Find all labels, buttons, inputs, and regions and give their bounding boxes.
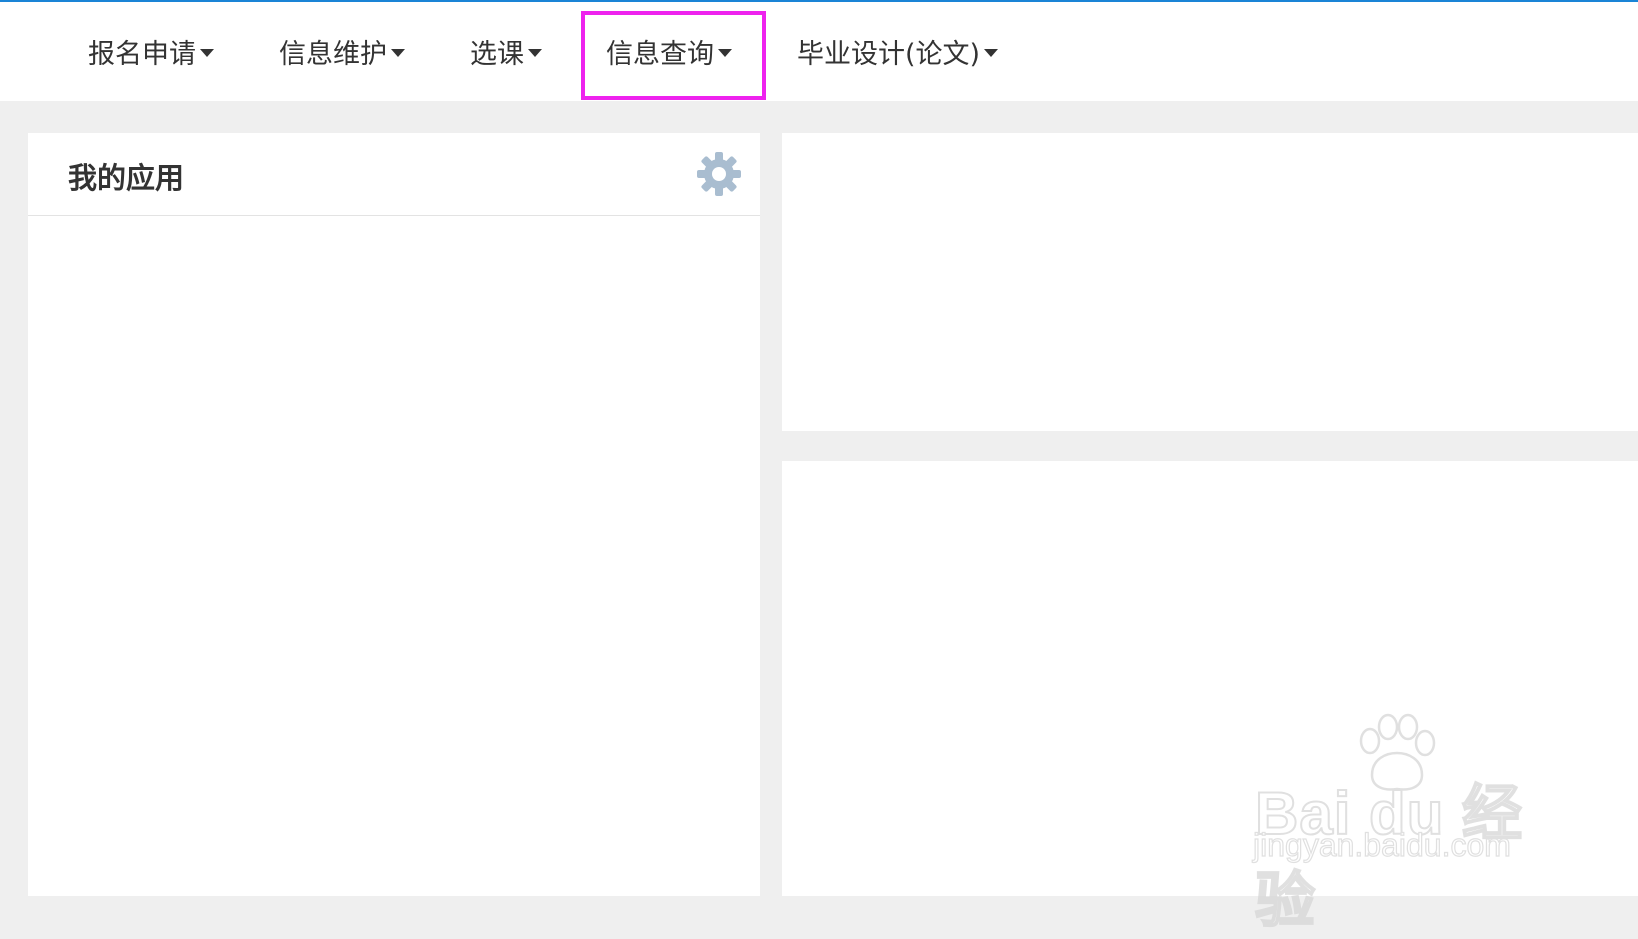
right-top-panel bbox=[782, 133, 1638, 431]
nav-item-course-selection[interactable]: 选课 bbox=[470, 2, 542, 101]
nav-item-label: 毕业设计(论文) bbox=[797, 39, 981, 70]
my-apps-header: 我的应用 bbox=[28, 133, 760, 216]
nav-item-label: 报名申请 bbox=[88, 39, 196, 70]
nav-item-label: 信息维护 bbox=[279, 39, 387, 70]
caret-down-icon bbox=[200, 49, 214, 57]
nav-item-registration[interactable]: 报名申请 bbox=[88, 2, 214, 101]
nav-item-info-maintenance[interactable]: 信息维护 bbox=[279, 2, 405, 101]
highlight-annotation-box bbox=[581, 11, 766, 100]
caret-down-icon bbox=[984, 49, 999, 57]
gear-icon[interactable] bbox=[696, 151, 742, 197]
panel-title: 我的应用 bbox=[68, 161, 185, 195]
my-apps-panel: 我的应用 bbox=[28, 133, 760, 896]
top-navbar: 报名申请 信息维护 选课 信息查询 毕业设计(论文) bbox=[0, 2, 1638, 101]
caret-down-icon bbox=[528, 49, 542, 57]
baidu-jingyan-watermark: Bai du 经验 jingyan.baidu.com bbox=[1245, 705, 1555, 935]
watermark-url: jingyan.baidu.com bbox=[1252, 826, 1511, 863]
nav-item-graduation-design[interactable]: 毕业设计(论文) bbox=[797, 2, 999, 101]
nav-item-label: 选课 bbox=[470, 39, 524, 70]
caret-down-icon bbox=[391, 49, 405, 57]
